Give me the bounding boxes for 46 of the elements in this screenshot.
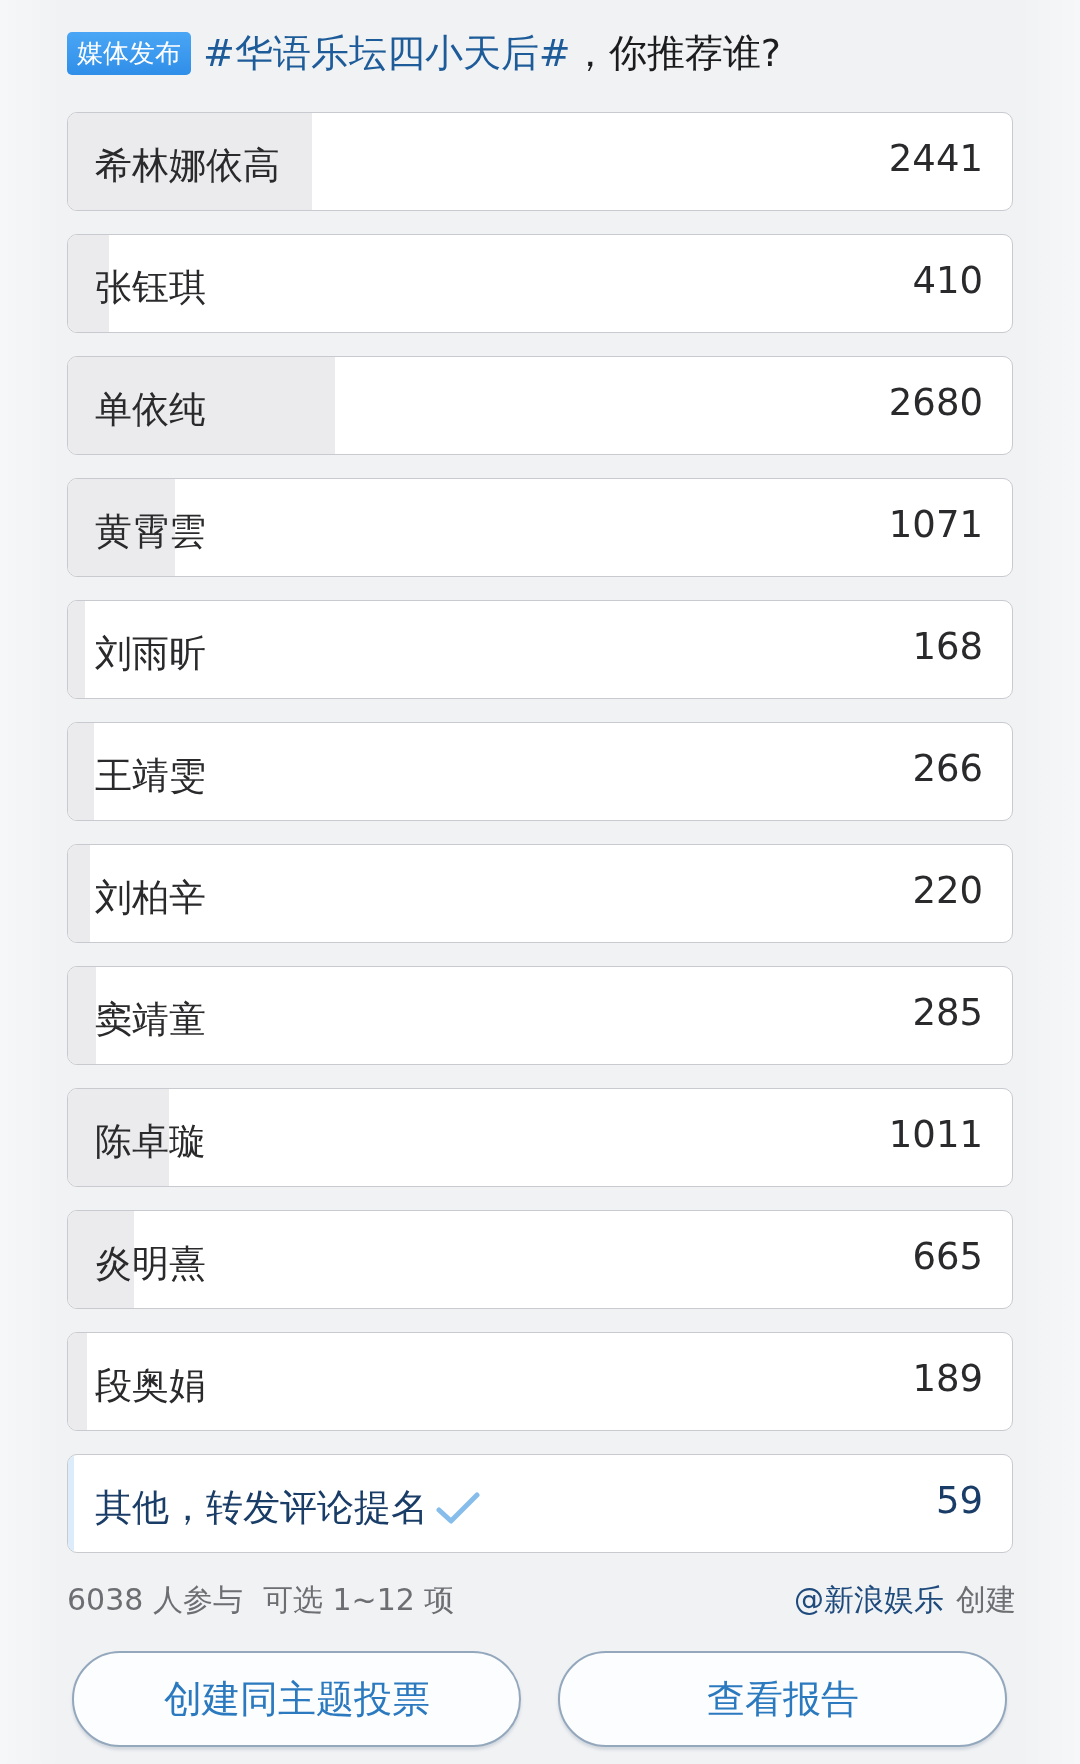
option-label: 王靖雯 [95,752,206,799]
media-release-tag: 媒体发布 [67,31,191,75]
poll-option[interactable]: 黄霄雲 1071 [67,478,1013,577]
poll-option[interactable]: 刘柏辛 220 [67,844,1013,943]
vote-count: 220 [912,869,983,914]
option-label: 单依纯 [95,386,206,433]
vote-count: 168 [912,625,983,670]
vote-count: 285 [912,991,983,1036]
option-label: 希林娜依高 [95,142,280,189]
vote-count: 2441 [888,137,983,182]
poll-option[interactable]: 张钰琪 410 [67,234,1013,333]
creator-link[interactable]: @新浪娱乐 [794,1579,944,1621]
option-label: 其他，转发评论提名 [95,1484,428,1531]
poll-question: #华语乐坛四小天后#，你推荐谁? [203,29,781,77]
poll-option[interactable]: 陈卓璇 1011 [67,1088,1013,1187]
option-label: 刘柏辛 [95,874,206,921]
vote-count: 1071 [888,503,983,548]
vote-count: 59 [935,1479,983,1524]
option-label: 张钰琪 [95,264,206,311]
vote-count: 410 [912,259,983,304]
vote-count: 2680 [888,381,983,426]
vote-count: 189 [912,1357,983,1402]
vote-count: 266 [912,747,983,792]
poll-option[interactable]: 窦靖童 285 [67,966,1013,1065]
poll-option[interactable]: 王靖雯 266 [67,722,1013,821]
vote-count: 1011 [888,1113,983,1158]
participant-count: 6038 人参与 [67,1580,243,1619]
poll-option[interactable]: 刘雨昕 168 [67,600,1013,699]
poll-option[interactable]: 希林娜依高 2441 [67,112,1013,211]
option-label: 段奥娟 [95,1362,206,1409]
poll-option[interactable]: 单依纯 2680 [67,356,1013,455]
create-poll-button[interactable]: 创建同主题投票 [72,1651,521,1747]
view-report-button[interactable]: 查看报告 [558,1651,1007,1747]
option-label: 刘雨昕 [95,630,206,677]
poll-option[interactable]: 段奥娟 189 [67,1332,1013,1431]
poll-option[interactable]: 炎明熹 665 [67,1210,1013,1309]
option-label: 陈卓璇 [95,1118,206,1165]
poll-option[interactable]: 其他，转发评论提名 59 [67,1454,1013,1553]
topic-link[interactable]: #华语乐坛四小天后# [203,30,571,75]
vote-count: 665 [912,1235,983,1280]
option-label: 炎明熹 [95,1240,206,1287]
selection-limit: 可选 1~12 项 [262,1580,455,1619]
created-label: 创建 [956,1580,1016,1619]
check-icon [436,1491,480,1524]
option-label: 黄霄雲 [95,508,206,555]
option-label: 窦靖童 [95,996,206,1043]
